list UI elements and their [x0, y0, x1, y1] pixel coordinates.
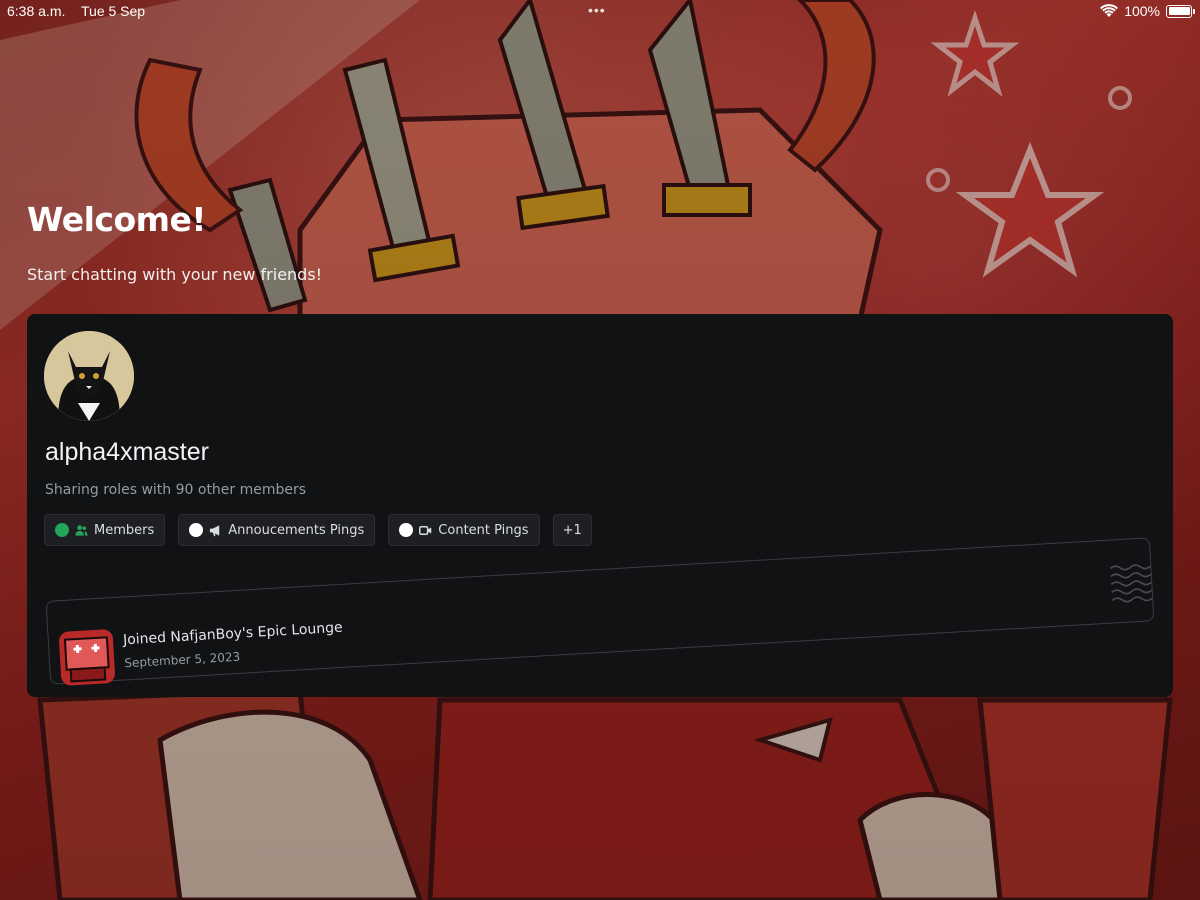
status-indicators: 100% [1100, 3, 1195, 19]
role-color-dot [55, 523, 69, 537]
cat-avatar-image [44, 331, 134, 421]
megaphone-icon [210, 524, 220, 536]
status-date: Tue 5 Sep [81, 3, 146, 19]
wavy-lines-icon [1109, 564, 1153, 603]
role-label: Members [94, 522, 155, 538]
battery-percentage: 100% [1124, 3, 1160, 19]
role-label: Content Pings [438, 522, 529, 538]
battery-icon [1166, 4, 1195, 18]
members-icon [75, 524, 88, 536]
server-icon[interactable] [58, 628, 116, 686]
wifi-icon [1100, 4, 1119, 17]
welcome-title: Welcome! [27, 200, 206, 239]
role-chip-announcements-pings[interactable]: Annoucements Pings [178, 514, 376, 546]
status-bar: 6:38 a.m. Tue 5 Sep ••• 100% [0, 0, 1200, 24]
more-roles-button[interactable]: +1 [552, 514, 592, 546]
role-color-dot [189, 523, 204, 537]
welcome-subtitle: Start chatting with your new friends! [27, 265, 323, 284]
role-chip-content-pings[interactable]: Content Pings [388, 514, 540, 546]
join-server-text: Joined NafjanBoy's Epic Lounge [122, 619, 344, 649]
avatar[interactable] [44, 331, 134, 421]
profile-card: alpha4xmaster Sharing roles with 90 othe… [27, 314, 1173, 697]
video-icon [419, 525, 432, 535]
server-artwork-image [58, 628, 116, 686]
role-chip-members[interactable]: Members [44, 514, 166, 546]
shared-roles-text: Sharing roles with 90 other members [45, 482, 307, 498]
role-color-dot [399, 523, 414, 537]
role-list: Members Annoucements Pings Content Pings… [44, 514, 592, 546]
status-time: 6:38 a.m. [7, 3, 66, 19]
multitasking-dots-icon[interactable]: ••• [588, 2, 606, 18]
join-date: September 5, 2023 [124, 649, 241, 671]
role-label: Annoucements Pings [228, 522, 365, 538]
username: alpha4xmaster [45, 438, 209, 466]
